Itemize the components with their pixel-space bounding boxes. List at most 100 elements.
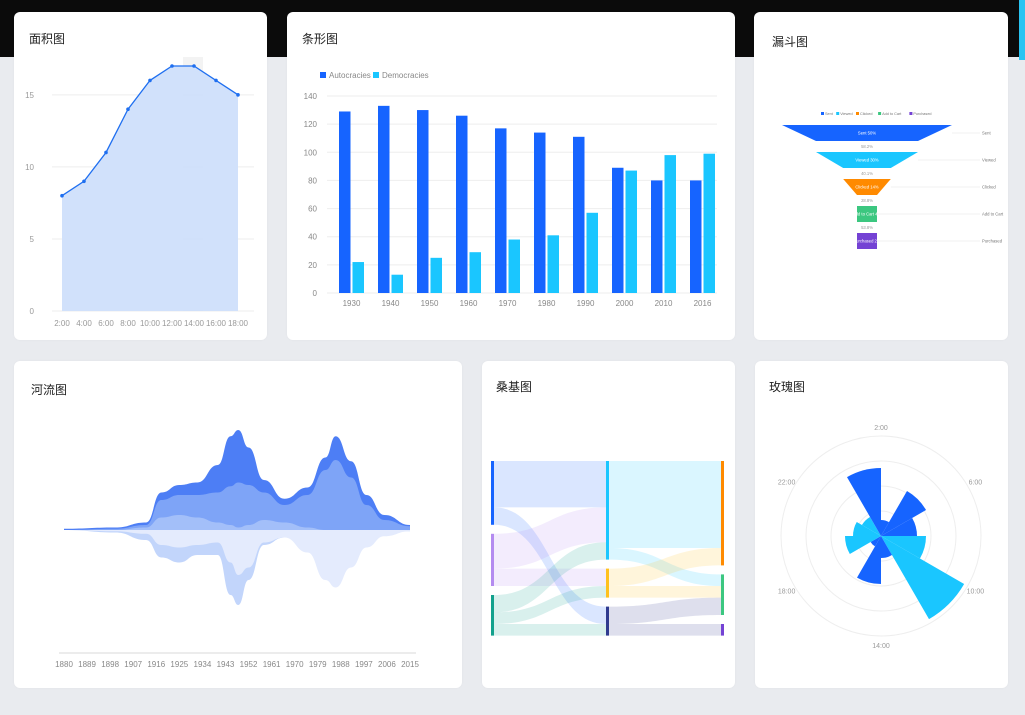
bar — [586, 212, 598, 293]
sankey-link — [609, 586, 721, 598]
conversion-label: 40.1% — [861, 171, 873, 176]
stage-label: Viewed 30% — [855, 158, 878, 163]
x-tick-label: 18:00 — [228, 319, 249, 328]
bar — [651, 180, 663, 293]
stream-chart: 1880 1889 1898 1907 1916 1925 1934 1943 1952 1961… — [55, 430, 419, 669]
angle-label: 2:00 — [874, 425, 888, 432]
angle-label: 18:00 — [778, 589, 796, 596]
sankey-node — [491, 595, 494, 636]
bar — [417, 110, 429, 293]
x-tick-label: 1952 — [240, 660, 258, 669]
bar — [456, 115, 468, 293]
bar — [612, 167, 624, 293]
sankey-node — [721, 461, 724, 566]
angle-label: 10:00 — [967, 589, 985, 596]
x-tick-label: 8:00 — [120, 319, 136, 328]
angle-label: 22:00 — [778, 480, 796, 487]
bar — [508, 239, 520, 293]
bar — [430, 257, 442, 293]
x-tick-label: 1907 — [124, 660, 142, 669]
bar — [378, 105, 390, 293]
x-tick-label: 1916 — [147, 660, 165, 669]
stage-label: Sent 50% — [858, 131, 876, 136]
data-point — [214, 78, 218, 83]
legend-swatch — [373, 72, 379, 78]
x-tick-label: 1988 — [332, 660, 350, 669]
bar — [352, 262, 364, 293]
x-tick-label: 2000 — [616, 299, 634, 308]
angle-label: 14:00 — [872, 643, 890, 650]
data-point — [82, 179, 86, 184]
x-tick-label: 1979 — [309, 660, 327, 669]
x-tick-label: 1970 — [499, 299, 517, 308]
legend-label: Sent — [825, 112, 834, 116]
legend-label: Add to Cart — [882, 112, 902, 116]
x-tick-label: 1943 — [217, 660, 235, 669]
stage-name: Clicked — [982, 185, 996, 190]
y-tick-label: 0 — [313, 289, 318, 298]
y-tick-label: 10 — [25, 163, 34, 172]
x-tick-label: 2010 — [655, 299, 673, 308]
legend-label: Clicked — [860, 112, 872, 116]
sankey-node — [606, 606, 609, 636]
rose-chart: 2:00 6:00 10:00 14:00 18:00 22:00 — [778, 425, 985, 650]
y-tick-label: 40 — [308, 233, 317, 242]
x-tick-label: 1980 — [538, 299, 556, 308]
legend-swatch — [856, 112, 859, 115]
y-tick-label: 60 — [308, 205, 317, 214]
x-tick-label: 1970 — [286, 660, 304, 669]
bar-chart: 0 20 40 60 80 100 120 140 Autocracies Democracies… — [304, 71, 717, 308]
bar — [339, 111, 351, 293]
stage-name: Sent — [982, 131, 991, 136]
sankey-node — [491, 533, 494, 586]
y-tick-label: 5 — [30, 235, 35, 244]
x-tick-label: 6:00 — [98, 319, 114, 328]
legend-swatch — [821, 112, 824, 115]
y-tick-label: 100 — [304, 148, 318, 157]
bar — [391, 274, 403, 293]
legend-swatch — [878, 112, 882, 115]
x-tick-label: 14:00 — [184, 319, 205, 328]
bar — [703, 153, 715, 293]
x-tick-label: 2006 — [378, 660, 396, 669]
legend-label: Democracies — [382, 71, 429, 80]
bar — [547, 235, 559, 293]
stage-name: Add to Cart — [982, 212, 1004, 217]
funnel-chart-card: 漏斗图 Sent Viewed Clicked Add to Cart Purchase… — [754, 12, 1008, 340]
y-tick-label: 80 — [308, 176, 317, 185]
legend-swatch — [320, 72, 326, 78]
x-tick-label: 1898 — [101, 660, 119, 669]
data-point — [60, 193, 64, 198]
conversion-label: 53.8% — [861, 225, 873, 230]
x-tick-label: 10:00 — [140, 319, 161, 328]
x-tick-label: 16:00 — [206, 319, 227, 328]
bar — [495, 128, 507, 293]
x-tick-label: 1880 — [55, 660, 73, 669]
sankey-link — [609, 597, 721, 624]
legend-label: Autocracies — [329, 71, 371, 80]
area-fill — [62, 66, 238, 311]
legend-label: Purchased — [913, 112, 931, 116]
x-tick-label: 12:00 — [162, 319, 183, 328]
bar — [690, 180, 702, 293]
x-tick-label: 1961 — [263, 660, 281, 669]
sankey-link — [609, 624, 721, 636]
y-tick-label: 140 — [304, 92, 318, 101]
conversion-label: 58.2% — [861, 144, 873, 149]
data-point — [170, 64, 174, 68]
rose-chart-card: 玫瑰图 2:00 6:00 10:00 14:00 18:00 22:00 — [755, 361, 1008, 688]
x-tick-label: 1934 — [194, 660, 212, 669]
data-point — [148, 78, 152, 83]
stage-label: Clicked 14% — [855, 185, 879, 190]
data-point — [236, 93, 240, 97]
data-point — [126, 107, 130, 112]
x-tick-label: 1960 — [460, 299, 478, 308]
x-tick-label: 1997 — [355, 660, 373, 669]
sankey-chart — [491, 461, 724, 636]
bar — [534, 132, 546, 293]
bar — [664, 155, 676, 293]
sankey-link — [494, 624, 606, 636]
funnel-chart: Sent Viewed Clicked Add to Cart Purchased Sen… — [782, 112, 1004, 249]
x-tick-label: 2016 — [694, 299, 712, 308]
sankey-link — [609, 461, 721, 548]
